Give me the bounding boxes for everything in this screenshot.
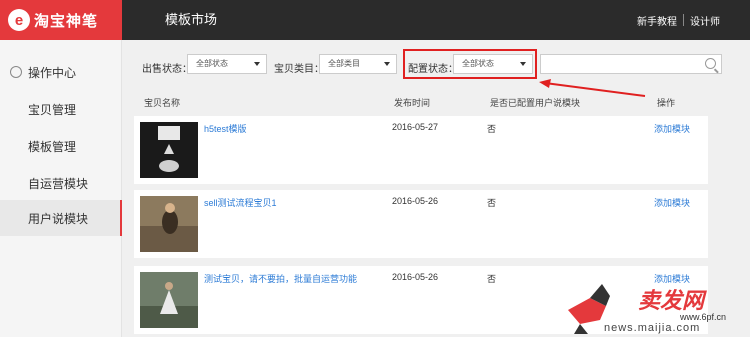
sidebar-item-operation-center[interactable]: 操作中心	[0, 54, 122, 90]
top-header: e 淘宝神笔 模板市场 新手教程 设计师	[0, 0, 750, 40]
header-divider	[683, 14, 684, 26]
config-status-value: 全部状态	[462, 59, 494, 68]
product-thumbnail[interactable]	[140, 272, 198, 328]
watermark-brand: 卖发网	[638, 288, 705, 313]
publish-date: 2016-05-26	[392, 196, 439, 206]
chevron-down-icon	[520, 62, 526, 66]
chevron-down-icon	[254, 62, 260, 66]
sidebar-item-template-management[interactable]: 模板管理	[0, 128, 122, 164]
publish-date: 2016-05-26	[392, 272, 439, 282]
page-title: 模板市场	[165, 12, 218, 27]
sale-status-label: 出售状态：	[142, 64, 192, 75]
logo-text: 淘宝神笔	[34, 12, 99, 30]
category-label: 宝贝类目：	[274, 64, 324, 75]
sidebar-item-label: 宝贝管理	[28, 102, 77, 117]
chevron-down-icon	[384, 62, 390, 66]
watermark-site: www.6pf.cn	[680, 312, 727, 322]
sidebar-item-user-reviews[interactable]: 用户说模块	[0, 200, 122, 236]
watermark-news: news.maijia.com	[604, 322, 701, 334]
sidebar-item-label: 用户说模块	[28, 211, 89, 226]
sidebar-item-self-operation[interactable]: 自运营模块	[0, 165, 122, 201]
header-links: 新手教程 设计师	[637, 0, 750, 40]
logo-mark-icon: e	[8, 9, 30, 31]
filter-bar: 出售状态： 全部状态 宝贝类目： 全部类目 配置状态： 全部状态	[122, 40, 750, 90]
add-module-link[interactable]: 添加模块	[654, 196, 690, 209]
sale-status-select[interactable]: 全部状态	[187, 54, 267, 74]
sidebar-item-product-management[interactable]: 宝贝管理	[0, 91, 122, 127]
table-row: h5test模版 2016-05-27 否 添加模块	[134, 116, 708, 184]
product-title-link[interactable]: h5test模版	[204, 122, 247, 135]
annotation-arrow-icon	[539, 79, 646, 97]
tutorial-link[interactable]: 新手教程	[637, 13, 677, 28]
config-status-label: 配置状态：	[408, 64, 458, 75]
search-input[interactable]	[540, 54, 722, 74]
logo[interactable]: e 淘宝神笔	[0, 0, 122, 40]
sidebar-item-label: 操作中心	[28, 65, 77, 80]
publish-date: 2016-05-27	[392, 122, 439, 132]
configured-status: 否	[487, 124, 497, 134]
product-thumbnail[interactable]	[140, 196, 198, 252]
designer-link[interactable]: 设计师	[690, 13, 720, 28]
configured-status: 否	[487, 198, 497, 208]
category-select[interactable]: 全部类目	[319, 54, 397, 74]
circle-icon	[10, 66, 22, 78]
product-title-link[interactable]: 测试宝贝，请不要拍，批量自运营功能	[204, 272, 357, 285]
column-header-action: 操作	[657, 98, 676, 108]
sidebar-item-label: 自运营模块	[28, 176, 89, 191]
product-thumbnail[interactable]	[140, 122, 198, 178]
sidebar-item-label: 模板管理	[28, 139, 77, 154]
table-row: sell测试流程宝贝1 2016-05-26 否 添加模块	[134, 190, 708, 258]
category-value: 全部类目	[328, 59, 360, 68]
product-title-link[interactable]: sell测试流程宝贝1	[204, 196, 277, 209]
sidebar: 操作中心 宝贝管理 模板管理 自运营模块 用户说模块	[0, 40, 122, 337]
column-header-name: 宝贝名称	[144, 98, 181, 108]
add-module-link[interactable]: 添加模块	[654, 122, 690, 135]
config-status-select[interactable]: 全部状态	[453, 54, 533, 74]
search-icon[interactable]	[705, 58, 716, 69]
column-header-configured: 是否已配置用户说模块	[490, 98, 581, 108]
configured-status: 否	[487, 274, 497, 284]
column-header-date: 发布时间	[394, 98, 431, 108]
sale-status-value: 全部状态	[196, 59, 228, 68]
